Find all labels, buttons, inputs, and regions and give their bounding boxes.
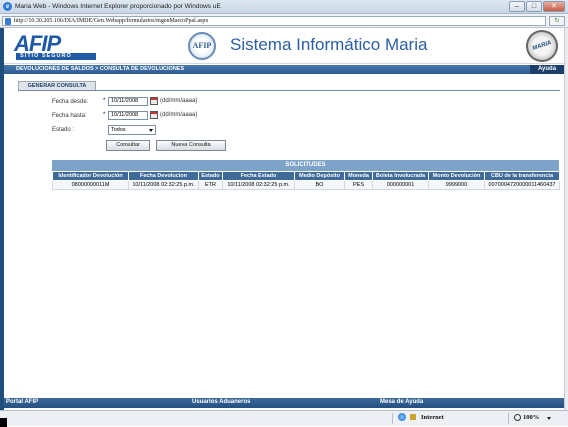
minimize-button[interactable]: – (509, 1, 525, 12)
page-icon (5, 18, 11, 25)
nueva-consulta-button[interactable]: Nueva Consulta (156, 140, 226, 151)
table-cell: 000000001 (372, 180, 429, 190)
fecha-desde-label: Fecha desde: (52, 99, 89, 105)
zoom-level[interactable]: 100% (523, 414, 539, 421)
security-icon (410, 414, 416, 420)
status-divider (508, 413, 509, 424)
section-title: GENERAR CONSULTA (18, 81, 96, 90)
calendar-icon[interactable] (150, 97, 158, 105)
column-header[interactable]: Moneda (344, 171, 373, 181)
table-cell[interactable]: 08000000011M (52, 180, 129, 190)
footer-link-usuarios[interactable]: Usuarios Aduaneros (192, 399, 250, 405)
results-grid: SOLICITUDES Identificador Devolución Fec… (52, 160, 560, 190)
fecha-desde-input[interactable]: 10/11/2008 (108, 97, 148, 106)
table-row[interactable]: 08000000011M 10/11/2008 02:32:25 p.m. ET… (52, 180, 560, 190)
table-cell: PES (344, 180, 373, 190)
results-title: SOLICITUDES (52, 160, 559, 171)
close-button[interactable]: ✕ (543, 1, 565, 12)
table-cell: BO (294, 180, 345, 190)
secure-site-label: SITIO SEGURO (16, 53, 96, 60)
required-mark: * (103, 112, 106, 118)
column-header[interactable]: CBU de la transferencia (484, 171, 560, 181)
go-button[interactable]: ↻ (549, 16, 565, 26)
nav-bar: DEVOLUCIONES DE SALDOS > CONSULTA DE DEV… (4, 65, 564, 74)
fecha-hasta-input[interactable]: 10/11/2008 (108, 111, 148, 120)
url-field[interactable]: http://10.30.205.106/DIA/IMDE/Gen.Webapp… (2, 16, 546, 26)
window-controls: – □ ✕ (509, 1, 565, 12)
column-header[interactable]: Identificador Devolución (52, 171, 129, 181)
vertical-scrollbar[interactable] (564, 28, 568, 410)
column-header[interactable]: Medio Depósito (294, 171, 345, 181)
column-header[interactable]: Fecha Estado (222, 171, 295, 181)
required-mark: * (103, 98, 106, 104)
table-cell: 9999000 (428, 180, 485, 190)
ie-icon: e (3, 2, 12, 11)
afip-seal-icon: AFIP (188, 32, 216, 60)
column-header[interactable]: Boleta Involucrada (372, 171, 429, 181)
system-title: Sistema Informático Maria (230, 35, 428, 54)
section-divider (18, 90, 560, 91)
table-cell: 10/11/2008 02:32:25 p.m. (128, 180, 199, 190)
status-divider (392, 413, 393, 424)
estado-label: Estado : (52, 127, 75, 133)
breadcrumb: DEVOLUCIONES DE SALDOS > CONSULTA DE DEV… (16, 66, 185, 72)
column-header[interactable]: Estado (198, 171, 223, 181)
chevron-down-icon (149, 129, 153, 132)
table-cell: 10/11/2008 02:32:25 p.m. (222, 180, 295, 190)
window-title: Maria Web - Windows Internet Explorer pr… (15, 3, 221, 10)
footer-link-portal[interactable]: Portal AFIP (6, 399, 38, 405)
fecha-hasta-row: Fecha hasta: * 10/11/2008 (dd/mm/aaaa) (52, 111, 252, 121)
consultar-button[interactable]: Consultar (106, 140, 150, 151)
help-link[interactable]: Ayuda (530, 65, 564, 74)
table-cell: ETR (198, 180, 223, 190)
maria-badge-icon: MARIA (521, 28, 563, 67)
globe-icon (398, 413, 406, 421)
chevron-down-icon[interactable] (547, 417, 551, 420)
afip-logo: AFIP SITIO SEGURO (14, 31, 100, 61)
maximize-button[interactable]: □ (526, 1, 542, 12)
table-header-row: Identificador Devolución Fecha Devolucio… (52, 171, 560, 181)
column-header[interactable]: Monto Devolución (428, 171, 485, 181)
column-header[interactable]: Fecha Devolucion (128, 171, 199, 181)
zone-text: Internet (421, 414, 444, 421)
window-titlebar: e Maria Web - Windows Internet Explorer … (0, 0, 568, 14)
zoom-icon[interactable] (514, 414, 521, 421)
url-text: http://10.30.205.106/DIA/IMDE/Gen.Webapp… (14, 18, 209, 24)
estado-row: Estado : Todos (52, 125, 252, 135)
calendar-icon[interactable] (150, 111, 158, 119)
estado-selected-value: Todos (111, 127, 126, 133)
page-content: AFIP SITIO SEGURO AFIP Sistema Informáti… (0, 28, 564, 410)
table-cell: 0070004720000011460437 (484, 180, 560, 190)
results-table: Identificador Devolución Fecha Devolucio… (52, 171, 560, 190)
address-bar: http://10.30.205.106/DIA/IMDE/Gen.Webapp… (0, 14, 568, 28)
fecha-desde-row: Fecha desde: * 10/11/2008 (dd/mm/aaaa) (52, 97, 252, 107)
estado-select[interactable]: Todos (108, 125, 156, 135)
date-format-hint: (dd/mm/aaaa) (160, 98, 198, 104)
status-bar: Internet 100% (0, 410, 568, 427)
site-footer: Portal AFIP Usuarios Aduaneros Mesa de A… (4, 398, 564, 408)
footer-link-mesa[interactable]: Mesa de Ayuda (380, 399, 423, 405)
date-format-hint: (dd/mm/aaaa) (160, 112, 198, 118)
fecha-hasta-label: Fecha hasta: (52, 113, 87, 119)
site-header: AFIP SITIO SEGURO AFIP Sistema Informáti… (4, 28, 564, 67)
